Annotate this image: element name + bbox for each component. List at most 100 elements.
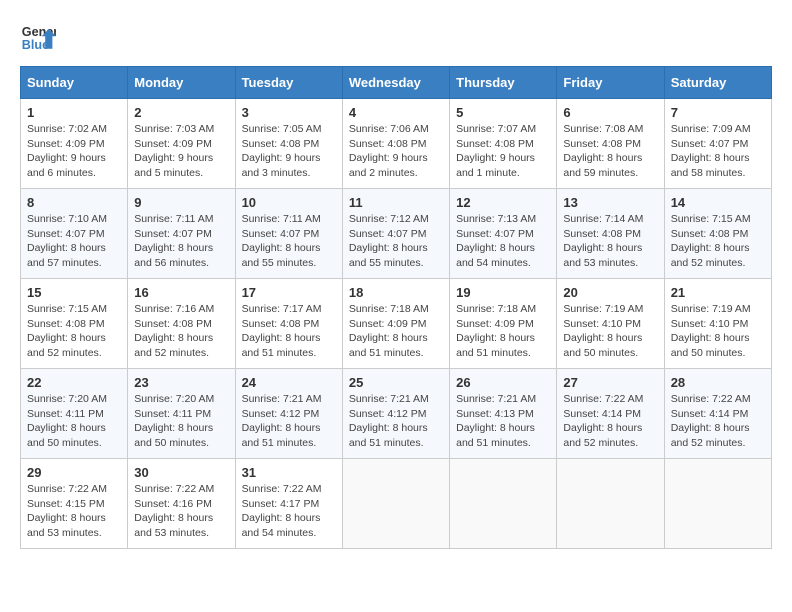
day-info: Sunrise: 7:22 AM Sunset: 4:14 PM Dayligh… xyxy=(671,392,765,451)
day-number: 12 xyxy=(456,195,550,210)
calendar-cell xyxy=(342,459,449,549)
calendar-cell: 9 Sunrise: 7:11 AM Sunset: 4:07 PM Daylig… xyxy=(128,189,235,279)
calendar-cell: 20 Sunrise: 7:19 AM Sunset: 4:10 PM Dayli… xyxy=(557,279,664,369)
day-info: Sunrise: 7:19 AM Sunset: 4:10 PM Dayligh… xyxy=(563,302,657,361)
calendar-cell: 31 Sunrise: 7:22 AM Sunset: 4:17 PM Dayli… xyxy=(235,459,342,549)
day-info: Sunrise: 7:08 AM Sunset: 4:08 PM Dayligh… xyxy=(563,122,657,181)
calendar-cell: 3 Sunrise: 7:05 AM Sunset: 4:08 PM Daylig… xyxy=(235,99,342,189)
day-info: Sunrise: 7:14 AM Sunset: 4:08 PM Dayligh… xyxy=(563,212,657,271)
day-number: 19 xyxy=(456,285,550,300)
day-number: 29 xyxy=(27,465,121,480)
day-number: 11 xyxy=(349,195,443,210)
weekday-header-friday: Friday xyxy=(557,67,664,99)
calendar-cell: 21Sunrise: 7:19 AM Sunset: 4:10 PM Dayli… xyxy=(664,279,771,369)
day-info: Sunrise: 7:19 AM Sunset: 4:10 PM Dayligh… xyxy=(671,302,765,361)
day-number: 4 xyxy=(349,105,443,120)
day-number: 17 xyxy=(242,285,336,300)
day-info: Sunrise: 7:15 AM Sunset: 4:08 PM Dayligh… xyxy=(671,212,765,271)
calendar-cell xyxy=(450,459,557,549)
day-info: Sunrise: 7:21 AM Sunset: 4:13 PM Dayligh… xyxy=(456,392,550,451)
day-number: 13 xyxy=(563,195,657,210)
day-number: 28 xyxy=(671,375,765,390)
day-info: Sunrise: 7:16 AM Sunset: 4:08 PM Dayligh… xyxy=(134,302,228,361)
day-info: Sunrise: 7:22 AM Sunset: 4:15 PM Dayligh… xyxy=(27,482,121,541)
calendar-cell: 4 Sunrise: 7:06 AM Sunset: 4:08 PM Daylig… xyxy=(342,99,449,189)
calendar-cell: 6Sunrise: 7:08 AM Sunset: 4:08 PM Daylig… xyxy=(557,99,664,189)
calendar-cell: 29 Sunrise: 7:22 AM Sunset: 4:15 PM Dayli… xyxy=(21,459,128,549)
weekday-header-sunday: Sunday xyxy=(21,67,128,99)
day-number: 27 xyxy=(563,375,657,390)
day-number: 16 xyxy=(134,285,228,300)
calendar-cell xyxy=(557,459,664,549)
weekday-header-monday: Monday xyxy=(128,67,235,99)
calendar-cell: 12 Sunrise: 7:13 AM Sunset: 4:07 PM Dayli… xyxy=(450,189,557,279)
week-row-5: 29 Sunrise: 7:22 AM Sunset: 4:15 PM Dayli… xyxy=(21,459,772,549)
week-row-1: 1 Sunrise: 7:02 AM Sunset: 4:09 PM Daylig… xyxy=(21,99,772,189)
day-number: 31 xyxy=(242,465,336,480)
weekday-header-wednesday: Wednesday xyxy=(342,67,449,99)
calendar-cell: 23 Sunrise: 7:20 AM Sunset: 4:11 PM Dayli… xyxy=(128,369,235,459)
day-info: Sunrise: 7:22 AM Sunset: 4:14 PM Dayligh… xyxy=(563,392,657,451)
day-number: 10 xyxy=(242,195,336,210)
day-info: Sunrise: 7:09 AM Sunset: 4:07 PM Dayligh… xyxy=(671,122,765,181)
calendar-cell: 25 Sunrise: 7:21 AM Sunset: 4:12 PM Dayli… xyxy=(342,369,449,459)
calendar-cell: 30Sunrise: 7:22 AM Sunset: 4:16 PM Dayli… xyxy=(128,459,235,549)
day-info: Sunrise: 7:22 AM Sunset: 4:17 PM Dayligh… xyxy=(242,482,336,541)
day-info: Sunrise: 7:10 AM Sunset: 4:07 PM Dayligh… xyxy=(27,212,121,271)
day-number: 15 xyxy=(27,285,121,300)
logo-icon: General Blue xyxy=(20,20,56,56)
day-info: Sunrise: 7:20 AM Sunset: 4:11 PM Dayligh… xyxy=(134,392,228,451)
header: General Blue xyxy=(20,20,772,56)
day-info: Sunrise: 7:18 AM Sunset: 4:09 PM Dayligh… xyxy=(456,302,550,361)
calendar-body: 1 Sunrise: 7:02 AM Sunset: 4:09 PM Daylig… xyxy=(21,99,772,549)
day-number: 23 xyxy=(134,375,228,390)
day-number: 3 xyxy=(242,105,336,120)
calendar-cell: 22Sunrise: 7:20 AM Sunset: 4:11 PM Dayli… xyxy=(21,369,128,459)
weekday-header-saturday: Saturday xyxy=(664,67,771,99)
calendar-cell xyxy=(664,459,771,549)
calendar-cell: 13 Sunrise: 7:14 AM Sunset: 4:08 PM Dayli… xyxy=(557,189,664,279)
day-info: Sunrise: 7:11 AM Sunset: 4:07 PM Dayligh… xyxy=(134,212,228,271)
day-number: 25 xyxy=(349,375,443,390)
weekday-header-tuesday: Tuesday xyxy=(235,67,342,99)
weekday-header-thursday: Thursday xyxy=(450,67,557,99)
day-info: Sunrise: 7:05 AM Sunset: 4:08 PM Dayligh… xyxy=(242,122,336,181)
calendar-cell: 11 Sunrise: 7:12 AM Sunset: 4:07 PM Dayli… xyxy=(342,189,449,279)
calendar-cell: 18 Sunrise: 7:18 AM Sunset: 4:09 PM Dayli… xyxy=(342,279,449,369)
calendar-cell: 19 Sunrise: 7:18 AM Sunset: 4:09 PM Dayli… xyxy=(450,279,557,369)
calendar-cell: 17Sunrise: 7:17 AM Sunset: 4:08 PM Dayli… xyxy=(235,279,342,369)
day-info: Sunrise: 7:18 AM Sunset: 4:09 PM Dayligh… xyxy=(349,302,443,361)
day-number: 20 xyxy=(563,285,657,300)
calendar-cell: 16 Sunrise: 7:16 AM Sunset: 4:08 PM Dayli… xyxy=(128,279,235,369)
calendar-cell: 7 Sunrise: 7:09 AM Sunset: 4:07 PM Daylig… xyxy=(664,99,771,189)
day-info: Sunrise: 7:12 AM Sunset: 4:07 PM Dayligh… xyxy=(349,212,443,271)
calendar-cell: 5Sunrise: 7:07 AM Sunset: 4:08 PM Daylig… xyxy=(450,99,557,189)
calendar-cell: 1 Sunrise: 7:02 AM Sunset: 4:09 PM Daylig… xyxy=(21,99,128,189)
day-info: Sunrise: 7:03 AM Sunset: 4:09 PM Dayligh… xyxy=(134,122,228,181)
day-info: Sunrise: 7:02 AM Sunset: 4:09 PM Dayligh… xyxy=(27,122,121,181)
calendar-cell: 15 Sunrise: 7:15 AM Sunset: 4:08 PM Dayli… xyxy=(21,279,128,369)
day-info: Sunrise: 7:06 AM Sunset: 4:08 PM Dayligh… xyxy=(349,122,443,181)
day-info: Sunrise: 7:20 AM Sunset: 4:11 PM Dayligh… xyxy=(27,392,121,451)
day-number: 18 xyxy=(349,285,443,300)
day-number: 1 xyxy=(27,105,121,120)
calendar-cell: 27 Sunrise: 7:22 AM Sunset: 4:14 PM Dayli… xyxy=(557,369,664,459)
calendar-cell: 24Sunrise: 7:21 AM Sunset: 4:12 PM Dayli… xyxy=(235,369,342,459)
day-info: Sunrise: 7:11 AM Sunset: 4:07 PM Dayligh… xyxy=(242,212,336,271)
week-row-2: 8Sunrise: 7:10 AM Sunset: 4:07 PM Daylig… xyxy=(21,189,772,279)
day-number: 7 xyxy=(671,105,765,120)
calendar-cell: 2 Sunrise: 7:03 AM Sunset: 4:09 PM Daylig… xyxy=(128,99,235,189)
day-number: 2 xyxy=(134,105,228,120)
day-number: 14 xyxy=(671,195,765,210)
day-info: Sunrise: 7:21 AM Sunset: 4:12 PM Dayligh… xyxy=(242,392,336,451)
day-info: Sunrise: 7:13 AM Sunset: 4:07 PM Dayligh… xyxy=(456,212,550,271)
day-info: Sunrise: 7:21 AM Sunset: 4:12 PM Dayligh… xyxy=(349,392,443,451)
day-info: Sunrise: 7:15 AM Sunset: 4:08 PM Dayligh… xyxy=(27,302,121,361)
day-number: 9 xyxy=(134,195,228,210)
day-number: 26 xyxy=(456,375,550,390)
week-row-4: 22Sunrise: 7:20 AM Sunset: 4:11 PM Dayli… xyxy=(21,369,772,459)
calendar: SundayMondayTuesdayWednesdayThursdayFrid… xyxy=(20,66,772,549)
day-number: 30 xyxy=(134,465,228,480)
weekday-header-row: SundayMondayTuesdayWednesdayThursdayFrid… xyxy=(21,67,772,99)
calendar-cell: 28 Sunrise: 7:22 AM Sunset: 4:14 PM Dayli… xyxy=(664,369,771,459)
